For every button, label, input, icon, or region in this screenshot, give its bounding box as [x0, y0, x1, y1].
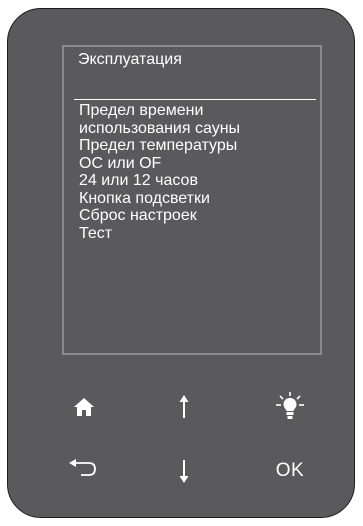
menu-item-temperature-limit[interactable]: Предел температуры [79, 137, 319, 155]
menu-item-light-button[interactable]: Кнопка подсветки [79, 190, 319, 208]
home-button[interactable] [62, 387, 106, 427]
up-button[interactable] [162, 387, 206, 427]
arrow-up-icon [179, 395, 189, 418]
down-button[interactable] [162, 451, 206, 491]
screen-title: Эксплуатация [78, 51, 182, 68]
display-screen: Эксплуатация Предел времени использовани… [62, 45, 322, 355]
back-arrow-icon [69, 459, 96, 476]
home-icon [74, 398, 94, 416]
light-bulb-icon [276, 392, 304, 419]
back-button[interactable] [62, 449, 106, 489]
light-button[interactable] [268, 386, 312, 426]
menu-item-clock-format[interactable]: 24 или 12 часов [79, 172, 319, 190]
menu-item-test[interactable]: Тест [79, 225, 319, 243]
menu-item-sauna-usage[interactable]: использования сауны [79, 120, 319, 138]
ok-button[interactable]: OK [268, 451, 312, 491]
menu-item-reset-settings[interactable]: Сброс настроек [79, 207, 319, 225]
menu-list: Предел времени использования сауны Преде… [79, 102, 319, 242]
arrow-down-icon [179, 460, 189, 483]
title-divider [74, 99, 316, 100]
menu-item-temperature-unit[interactable]: OC или OF [79, 155, 319, 173]
ok-label: OK [275, 460, 305, 481]
control-panel: Эксплуатация Предел времени использовани… [7, 8, 355, 518]
menu-item-time-limit[interactable]: Предел времени [79, 102, 319, 120]
